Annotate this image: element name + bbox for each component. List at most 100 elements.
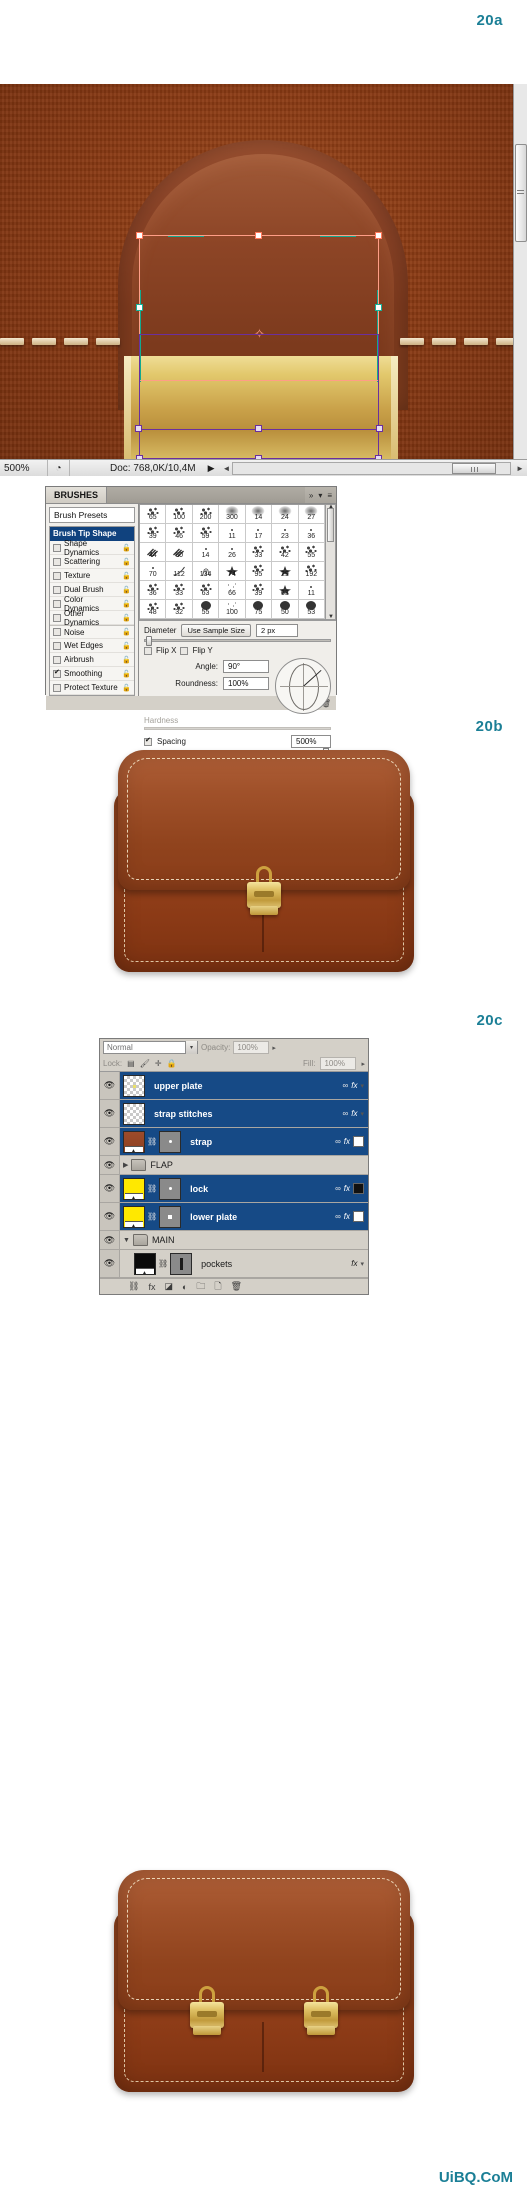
- link-icon[interactable]: ∞: [335, 1137, 341, 1146]
- add-layer-mask-icon[interactable]: ◪: [164, 1281, 173, 1292]
- brush-preset-cell[interactable]: 59: [192, 524, 220, 543]
- layer-mask-thumbnail[interactable]: [170, 1252, 193, 1275]
- opacity-chevron-icon[interactable]: ▸: [272, 1044, 276, 1052]
- lock-icon[interactable]: 🔓: [122, 656, 131, 664]
- layer-thumbnail[interactable]: [134, 1252, 156, 1276]
- canvas-horizontal-scrollbar[interactable]: [232, 461, 511, 475]
- brush-preset-cell[interactable]: 23: [272, 524, 299, 543]
- brush-preset-cell[interactable]: 112: [166, 562, 193, 581]
- checkbox-icon[interactable]: [53, 641, 61, 650]
- brush-preset-cell[interactable]: 192: [298, 562, 325, 581]
- roundness-input[interactable]: 100%: [223, 677, 269, 690]
- brush-preset-cell[interactable]: 29: [272, 562, 299, 581]
- delete-layer-icon[interactable]: 🗑: [231, 1281, 242, 1292]
- zoom-level-field[interactable]: 500%: [0, 460, 48, 476]
- brush-preset-cell[interactable]: 50: [272, 600, 299, 619]
- brush-preset-cell[interactable]: 48: [140, 600, 167, 619]
- fill-chevron-icon[interactable]: ▸: [361, 1060, 365, 1068]
- lock-icon[interactable]: 🔓: [122, 642, 131, 650]
- brush-preset-cell[interactable]: 32: [166, 600, 193, 619]
- brush-preset-cell[interactable]: 134: [192, 562, 220, 581]
- brush-option-noise[interactable]: Noise 🔓: [50, 625, 134, 639]
- lock-all-icon[interactable]: 🔒: [167, 1059, 177, 1068]
- brush-preset-cell[interactable]: 46: [166, 524, 193, 543]
- brush-option-other-dynamics[interactable]: Other Dynamics 🔓: [50, 609, 134, 627]
- checkbox-icon[interactable]: [53, 613, 61, 622]
- lock-icon[interactable]: 🔓: [122, 586, 131, 594]
- layer-row-upper-plate[interactable]: 👁 upper plate ∞ fx ▾: [100, 1072, 368, 1100]
- fx-icon[interactable]: fx: [344, 1212, 350, 1221]
- checkbox-icon[interactable]: [53, 628, 61, 636]
- layer-visibility-toggle[interactable]: 👁: [100, 1175, 120, 1202]
- angle-dial-control[interactable]: [275, 658, 331, 714]
- panel-menu-icon[interactable]: ≡: [327, 491, 332, 500]
- layer-visibility-toggle[interactable]: 👁: [100, 1203, 120, 1230]
- fx-chevron-icon[interactable]: ▾: [360, 1082, 364, 1090]
- brush-preset-cell[interactable]: 75: [245, 600, 273, 619]
- checkbox-icon[interactable]: [53, 585, 61, 594]
- fx-icon[interactable]: fx: [344, 1184, 350, 1193]
- layer-thumbnail[interactable]: [123, 1130, 145, 1154]
- checkbox-icon[interactable]: [53, 543, 61, 552]
- brush-preset-cell[interactable]: 63: [192, 581, 220, 600]
- layer-row-lock[interactable]: 👁 ⛓ lock ∞ fx: [100, 1175, 368, 1203]
- path-node-left[interactable]: [135, 425, 142, 432]
- brush-option-wet-edges[interactable]: Wet Edges 🔓: [50, 639, 134, 653]
- angle-input[interactable]: 90°: [223, 660, 269, 673]
- layer-row-lower-plate[interactable]: 👁 ⛓ lower plate ∞ fx: [100, 1203, 368, 1231]
- brush-preset-cell[interactable]: 200: [192, 505, 220, 524]
- brush-preset-cell[interactable]: 66: [219, 581, 246, 600]
- brush-preset-cell[interactable]: 63: [272, 581, 299, 600]
- brush-preset-cell[interactable]: 60: [166, 543, 193, 562]
- diameter-slider[interactable]: [144, 636, 331, 646]
- brush-preset-cell[interactable]: 36: [298, 524, 325, 543]
- checkbox-icon[interactable]: [53, 571, 61, 580]
- layer-group-name[interactable]: FLAP: [146, 1160, 368, 1170]
- brush-grid-scroll-thumb[interactable]: [327, 508, 334, 542]
- photoshop-canvas[interactable]: ✧: [0, 84, 527, 459]
- layer-visibility-toggle[interactable]: 👁: [100, 1072, 120, 1099]
- layers-panel[interactable]: Normal ▾ Opacity: 100% ▸ Lock: ▤ 🖌 ✛ 🔒 F…: [99, 1038, 369, 1295]
- diameter-input[interactable]: 2 px: [255, 624, 298, 637]
- fx-icon[interactable]: fx: [351, 1109, 357, 1118]
- fx-icon[interactable]: fx: [351, 1259, 357, 1268]
- link-icon[interactable]: ∞: [343, 1109, 349, 1118]
- brush-preset-cell[interactable]: 11: [298, 581, 325, 600]
- layer-visibility-toggle[interactable]: 👁: [100, 1128, 120, 1155]
- layer-group-main[interactable]: 👁 ▼ MAIN: [100, 1231, 368, 1250]
- layer-row-pockets[interactable]: 👁 ⛓ pockets fx ▾: [100, 1250, 368, 1278]
- transform-handle-middle-left[interactable]: [136, 304, 143, 311]
- layer-group-flap[interactable]: 👁 ▶ FLAP: [100, 1156, 368, 1175]
- brush-preset-cell[interactable]: 44: [140, 543, 167, 562]
- chevron-down-icon[interactable]: ▾: [185, 1041, 197, 1054]
- lock-icon[interactable]: 🔓: [122, 572, 131, 580]
- layer-name[interactable]: strap: [184, 1137, 335, 1147]
- panel-collapse-icon[interactable]: ▾: [318, 491, 322, 500]
- brush-preset-cell[interactable]: 42: [272, 543, 299, 562]
- link-icon[interactable]: ∞: [335, 1184, 341, 1193]
- opacity-input[interactable]: 100%: [233, 1041, 270, 1054]
- status-expand-arrow-icon[interactable]: ▶: [208, 463, 215, 474]
- brush-preset-cell[interactable]: 100: [166, 505, 193, 524]
- lock-icon[interactable]: 🔓: [122, 544, 131, 552]
- lock-icon[interactable]: 🔓: [122, 628, 131, 636]
- layer-visibility-toggle[interactable]: 👁: [100, 1250, 120, 1277]
- brush-option-smoothing[interactable]: Smoothing 🔓: [50, 667, 134, 681]
- layer-visibility-toggle[interactable]: 👁: [100, 1231, 120, 1249]
- brush-preset-cell[interactable]: 53: [298, 600, 325, 619]
- layer-mask-thumbnail[interactable]: [159, 1177, 182, 1200]
- fx-icon[interactable]: fx: [344, 1137, 350, 1146]
- lock-icon[interactable]: 🔓: [122, 600, 131, 608]
- path-node-right[interactable]: [376, 425, 383, 432]
- brush-presets-item[interactable]: Brush Presets: [49, 507, 135, 523]
- mask-link-icon[interactable]: ⛓: [147, 1137, 157, 1146]
- brush-preset-cell[interactable]: 14: [245, 505, 273, 524]
- layer-visibility-toggle[interactable]: 👁: [100, 1100, 120, 1127]
- new-adjustment-layer-icon[interactable]: ◐: [182, 1282, 187, 1292]
- layer-mask-thumbnail[interactable]: [159, 1205, 182, 1228]
- grid-scroll-down-icon[interactable]: ▼: [328, 614, 334, 620]
- brush-grid-scrollbar[interactable]: ▲ ▼: [325, 504, 336, 620]
- layer-name[interactable]: strap stitches: [148, 1109, 343, 1119]
- new-group-icon[interactable]: 🗀: [196, 1279, 205, 1295]
- brush-preset-cell[interactable]: 33: [166, 581, 193, 600]
